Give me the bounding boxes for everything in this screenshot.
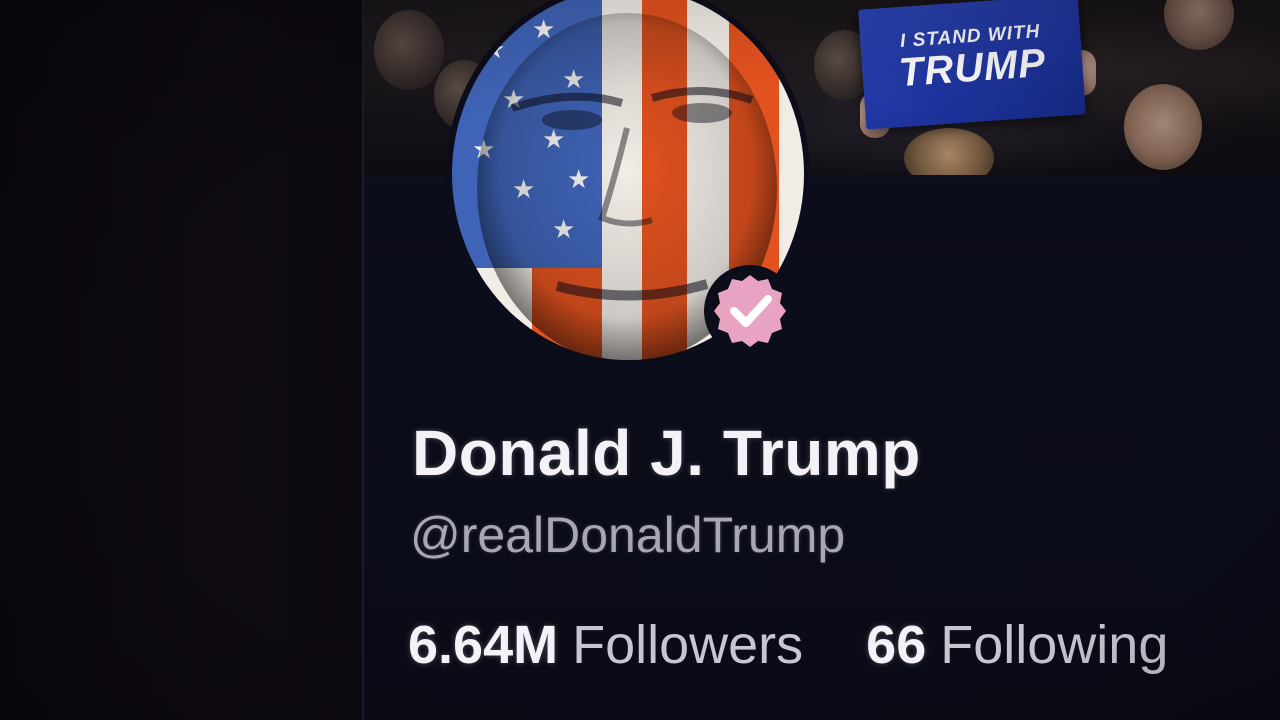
profile-display-name: Donald J. Trump — [412, 417, 921, 489]
crowd-person — [1164, 0, 1234, 50]
following-link[interactable]: 66 Following — [866, 614, 1168, 676]
followers-link[interactable]: 6.64M Followers — [408, 614, 803, 676]
crowd-person — [374, 10, 444, 90]
profile-stats: 6.64M Followers 66 Following — [408, 614, 1216, 676]
following-count: 66 — [866, 615, 927, 675]
profile-panel: I STAND WITH TRUMP ★ Donald J. Trump @re… — [362, 0, 1280, 720]
rally-sign: I STAND WITH TRUMP — [858, 0, 1086, 130]
followers-count: 6.64M — [408, 615, 559, 675]
screen: I STAND WITH TRUMP ★ Donald J. Trump @re… — [0, 0, 1280, 720]
following-label: Following — [940, 615, 1169, 675]
monitor-left-margin — [0, 0, 362, 720]
profile-handle: @realDonaldTrump — [410, 507, 846, 563]
followers-label: Followers — [572, 615, 804, 675]
crowd-person — [904, 128, 994, 175]
verified-badge[interactable] — [704, 265, 796, 357]
crowd-person — [1124, 84, 1202, 170]
verified-check-icon — [714, 275, 786, 347]
